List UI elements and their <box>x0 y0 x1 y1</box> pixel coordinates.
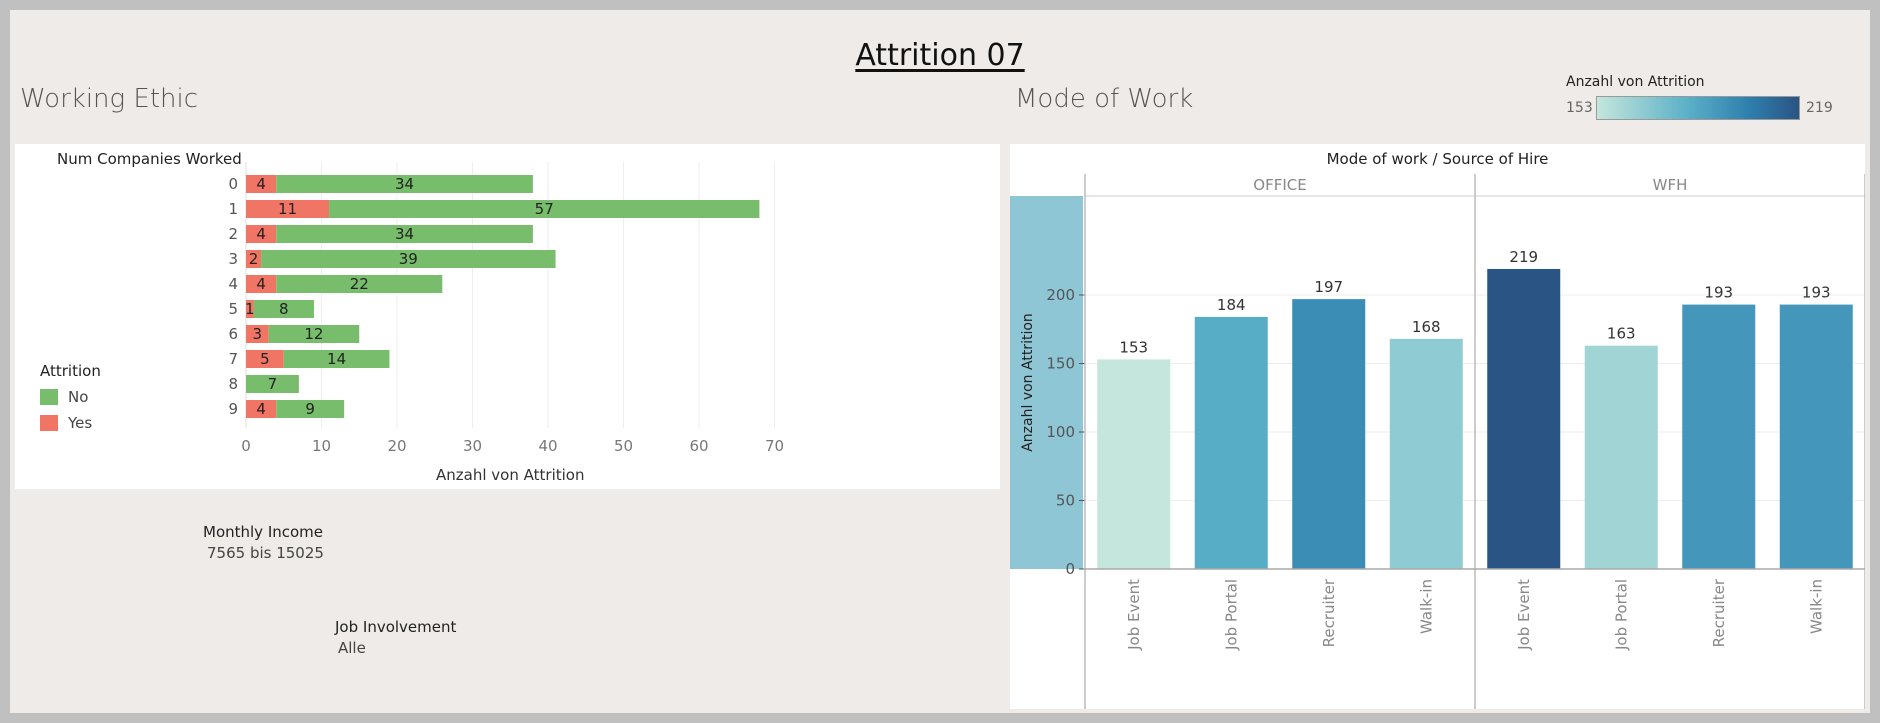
y-axis-title: Anzahl von Attrition <box>1020 313 1036 452</box>
bar-value-label: 163 <box>1607 325 1636 343</box>
dashboard-title: Attrition 07 <box>855 38 1025 73</box>
bar-label-yes: 3 <box>253 325 263 343</box>
x-tick-label: Walk-in <box>1417 579 1435 634</box>
attrition-color-legend[interactable]: Anzahl von Attrition 153 219 <box>1566 74 1833 120</box>
x-tick-label: 0 <box>241 437 251 455</box>
x-tick-label: 30 <box>463 437 482 455</box>
mode-of-work-bar-chart: Anzahl von Attrition 0 50 100 150 200 OFFICE 15… <box>1010 174 1865 709</box>
x-tick-label: Walk-in <box>1807 579 1825 634</box>
bar-label-yes: 4 <box>256 175 266 193</box>
bar-label-no: 34 <box>395 175 414 193</box>
x-tick-label: Job Portal <box>1222 579 1240 651</box>
bar-wfh <box>1487 268 1561 569</box>
bar-wfh <box>1779 304 1853 569</box>
x-tick-label: Job Portal <box>1612 579 1630 651</box>
y-tick-label: 150 <box>1046 355 1075 373</box>
y-tick-label: 9 <box>228 400 238 418</box>
dashboard: Attrition 07 Working Ethic Mode of Work … <box>10 10 1870 713</box>
y-tick-label: 5 <box>228 300 238 318</box>
x-tick-label: 60 <box>689 437 708 455</box>
y-tick-label: 4 <box>228 275 238 293</box>
y-tick-label: 100 <box>1046 423 1075 441</box>
bar-office <box>1097 359 1171 569</box>
bar-label-no: 39 <box>399 250 418 268</box>
monthly-income-filter[interactable]: Monthly Income 7565 bis 15025 <box>203 523 324 562</box>
bar-value-label: 219 <box>1509 248 1538 266</box>
bar-label-no: 22 <box>350 275 369 293</box>
bar-label-no: 8 <box>279 300 289 318</box>
y-tick-label: 0 <box>1065 560 1075 578</box>
mode-of-work-title: Mode of Work <box>1015 84 1194 114</box>
y-tick-label: 2 <box>228 225 238 243</box>
bar-office <box>1194 316 1268 569</box>
bar-label-yes: 4 <box>256 400 266 418</box>
bar-value-label: 197 <box>1314 278 1343 296</box>
group-header: OFFICE <box>1253 176 1306 194</box>
bar-wfh <box>1584 345 1658 569</box>
bar-office <box>1389 338 1463 569</box>
bar-label-no: 34 <box>395 225 414 243</box>
bar-label-yes: 1 <box>245 300 255 318</box>
job-involvement-filter[interactable]: Job Involvement Alle <box>335 618 456 657</box>
x-tick-label: Job Event <box>1125 579 1143 651</box>
bar-label-yes: 11 <box>278 200 297 218</box>
y-tick-label: 6 <box>228 325 238 343</box>
y-tick-label: 1 <box>228 200 238 218</box>
bar-wfh <box>1682 304 1756 569</box>
bar-label-yes: 5 <box>260 350 270 368</box>
x-tick-label: 20 <box>387 437 406 455</box>
bar-label-yes: 2 <box>249 250 259 268</box>
bar-label-no: 14 <box>327 350 346 368</box>
monthly-income-filter-title: Monthly Income <box>203 523 324 541</box>
bar-value-label: 193 <box>1802 284 1831 302</box>
bar-label-no: 9 <box>305 400 315 418</box>
x-tick-label: Job Event <box>1515 579 1533 651</box>
bar-value-label: 153 <box>1119 338 1148 356</box>
group-header: WFH <box>1653 176 1688 194</box>
working-ethic-panel: Num Companies Worked Attrition No Yes 01… <box>15 144 1000 489</box>
x-tick-label: 40 <box>538 437 557 455</box>
color-legend-title: Anzahl von Attrition <box>1566 74 1705 90</box>
x-tick-label: Recruiter <box>1710 578 1728 647</box>
x-tick-label: 70 <box>765 437 784 455</box>
job-involvement-filter-value: Alle <box>338 639 366 657</box>
bar-value-label: 168 <box>1412 318 1441 336</box>
y-tick-label: 8 <box>228 375 238 393</box>
y-tick-label: 200 <box>1046 286 1075 304</box>
y-tick-label: 0 <box>228 175 238 193</box>
y-tick-label: 50 <box>1056 492 1075 510</box>
bar-office <box>1292 299 1366 569</box>
bar-label-no: 57 <box>535 200 554 218</box>
bar-value-label: 184 <box>1217 296 1246 314</box>
y-tick-label: 3 <box>228 250 238 268</box>
color-legend-max: 219 <box>1806 100 1833 116</box>
monthly-income-filter-value: 7565 bis 15025 <box>207 544 324 562</box>
bar-value-label: 193 <box>1704 284 1733 302</box>
bar-label-yes: 4 <box>256 275 266 293</box>
color-legend-gradient <box>1596 96 1800 120</box>
bar-label-no: 7 <box>268 375 278 393</box>
job-involvement-filter-title: Job Involvement <box>335 618 457 636</box>
x-tick-label: 50 <box>614 437 633 455</box>
bar-label-yes: 4 <box>256 225 266 243</box>
color-legend-min: 153 <box>1566 100 1593 116</box>
y-tick-label: 7 <box>228 350 238 368</box>
x-axis-title: Anzahl von Attrition <box>436 466 584 484</box>
x-tick-label: Recruiter <box>1320 578 1338 647</box>
x-tick-label: 10 <box>312 437 331 455</box>
bar-label-no: 12 <box>304 325 323 343</box>
mode-of-work-panel: Mode of work / Source of Hire Anzahl von… <box>1010 144 1865 709</box>
num-companies-bar-chart: 0 10 20 30 40 50 60 70Anzahl von Attrition0 4 341… <box>228 162 784 484</box>
working-ethic-title: Working Ethic <box>20 84 199 114</box>
